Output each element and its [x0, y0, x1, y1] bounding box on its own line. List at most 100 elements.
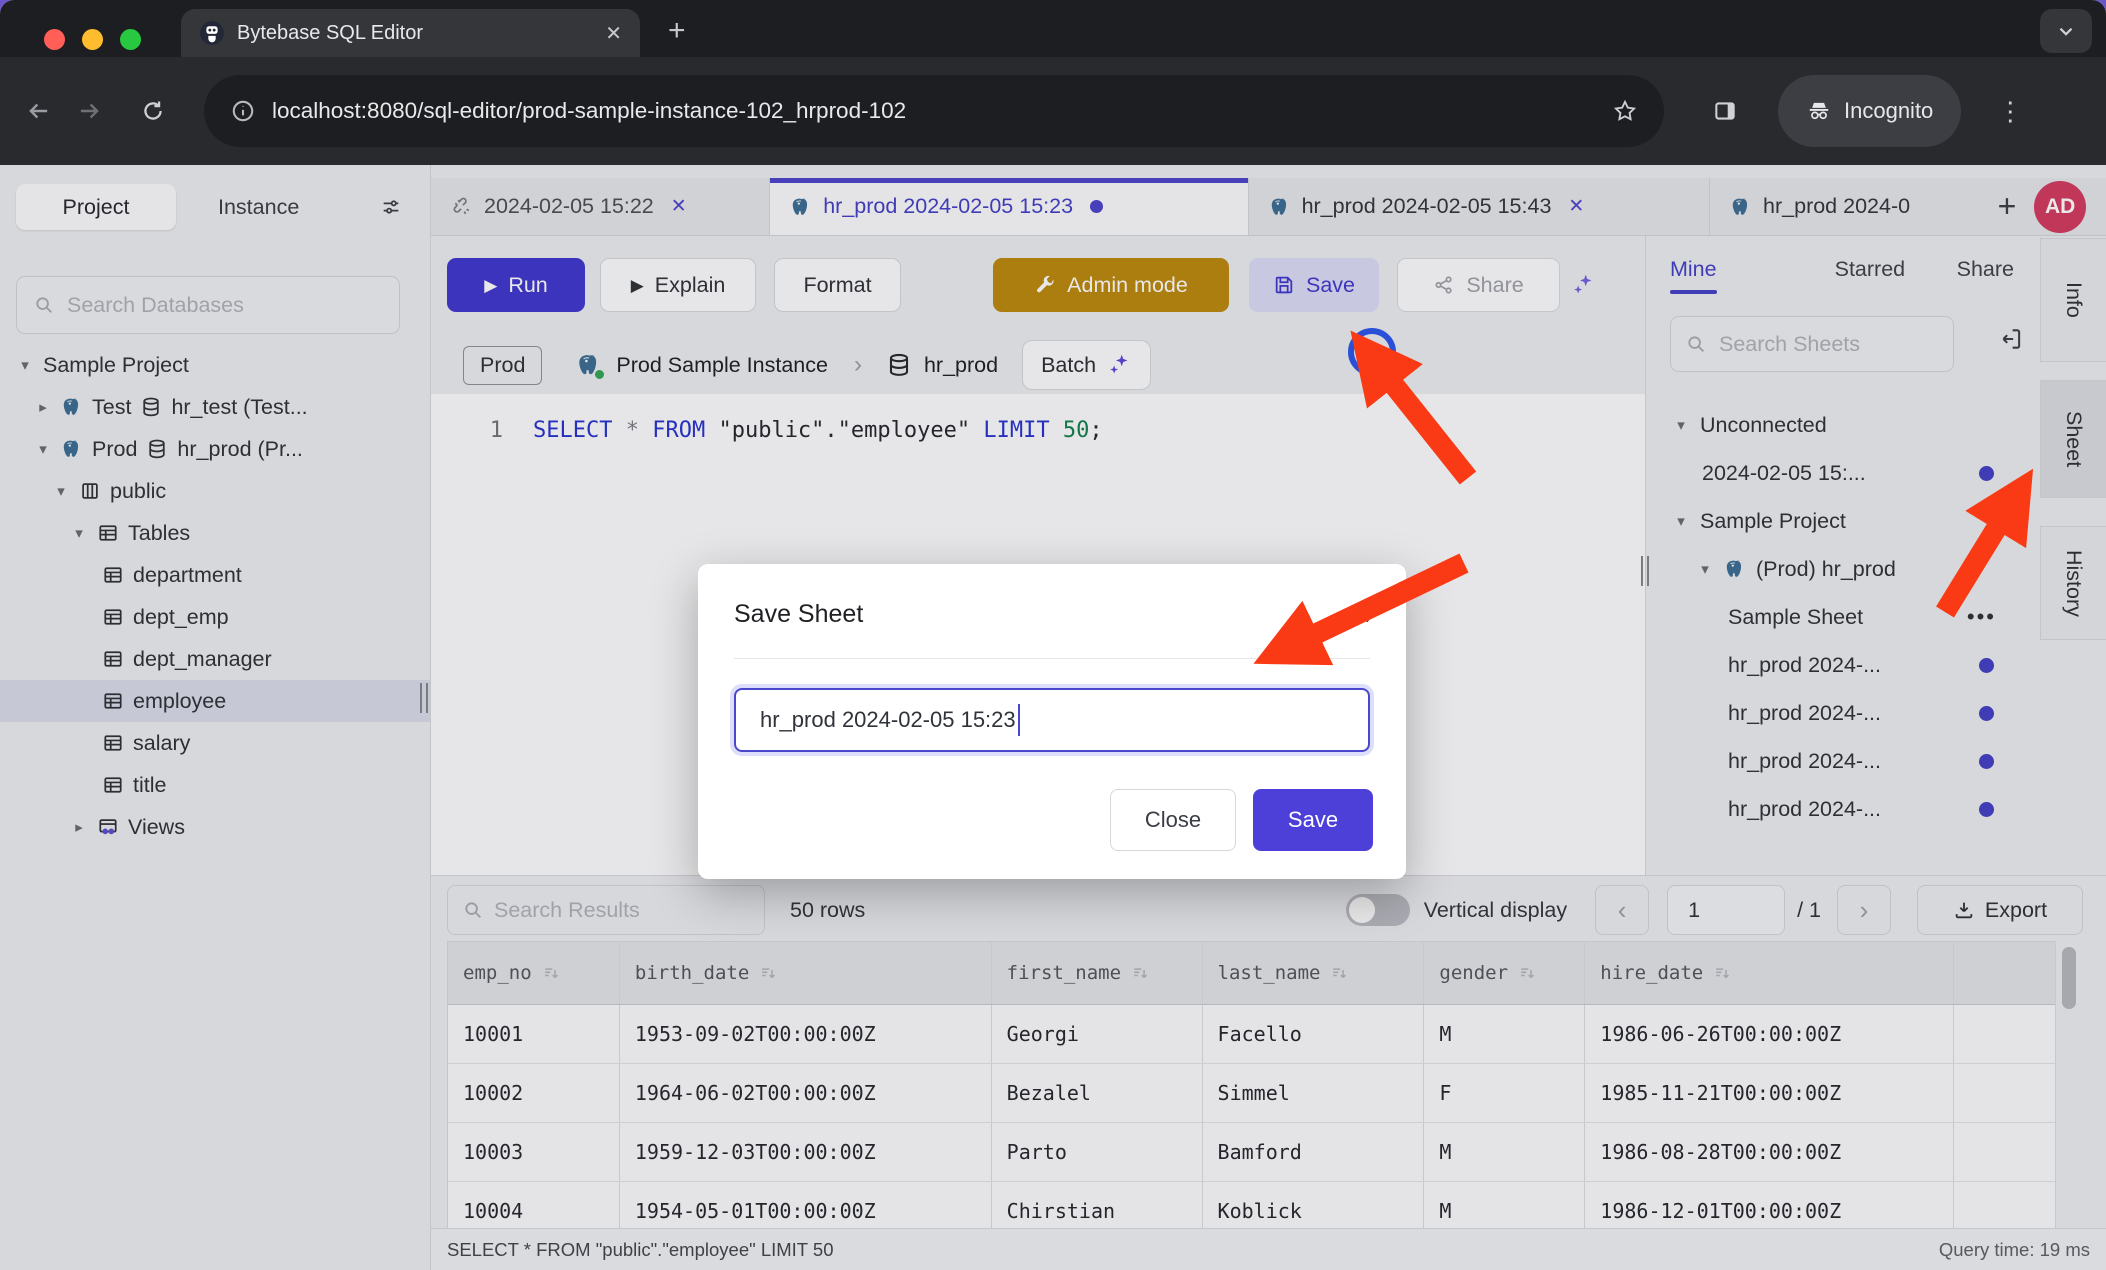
sheet-item[interactable]: 2024-02-05 15:... [1646, 449, 2040, 497]
dialog-close-button[interactable]: Close [1110, 789, 1236, 851]
table-row[interactable]: 10002 1964-06-02T00:00:00Z Bezalel Simme… [448, 1064, 2055, 1123]
close-tab-icon[interactable]: ✕ [1568, 195, 1584, 218]
filter-settings-icon[interactable] [380, 196, 402, 218]
new-tab-button[interactable]: + [668, 14, 686, 48]
column-header[interactable]: last_name [1203, 942, 1425, 1004]
sheet-item[interactable]: hr_prod 2024-... [1646, 641, 2040, 689]
database-search-input[interactable]: Search Databases [16, 276, 400, 334]
browser-tab[interactable]: Bytebase SQL Editor ✕ [181, 9, 640, 57]
tree-item-table-dept-manager[interactable]: dept_manager [0, 638, 430, 680]
sheet-name-input[interactable]: hr_prod 2024-02-05 15:23 [734, 688, 1370, 752]
tree-item-table-dept-emp[interactable]: dept_emp [0, 596, 430, 638]
sort-icon[interactable] [1330, 964, 1349, 983]
chevron-down-icon[interactable]: ▾ [34, 440, 52, 458]
chevron-down-icon[interactable]: ▾ [70, 524, 88, 542]
tree-item-tables[interactable]: ▾ Tables [0, 512, 430, 554]
sidebar-resize-handle[interactable] [420, 683, 428, 713]
sort-icon[interactable] [542, 964, 561, 983]
sheet-tab-truncated[interactable]: hr_prod 2024-0 [1710, 178, 1984, 235]
sort-icon[interactable] [1518, 964, 1537, 983]
sheet-item[interactable]: hr_prod 2024-... [1646, 785, 2040, 833]
sheet-group-unconnected[interactable]: ▾ Unconnected [1646, 401, 2040, 449]
sheet-tab-unsaved[interactable]: 2024-02-05 15:22 ✕ [431, 178, 770, 235]
tab-share[interactable]: Share [1957, 257, 2014, 294]
import-sheet-icon[interactable] [1998, 326, 2024, 352]
table-row[interactable]: 10003 1959-12-03T00:00:00Z Parto Bamford… [448, 1123, 2055, 1182]
chevron-down-icon[interactable]: ▾ [1696, 560, 1714, 578]
new-sheet-button[interactable]: + [1998, 188, 2017, 225]
tree-item-table-title[interactable]: title [0, 764, 430, 806]
format-button[interactable]: Format [774, 258, 901, 312]
user-avatar[interactable]: AD [2034, 181, 2086, 233]
site-info-icon[interactable] [230, 98, 256, 124]
tab-mine[interactable]: Mine [1670, 257, 1717, 294]
scrollbar-thumb[interactable] [2062, 947, 2076, 1009]
tree-item-test-hr-test[interactable]: ▸ Test hr_test (Test... [0, 386, 430, 428]
tab-list-button[interactable] [2040, 9, 2092, 53]
rail-tab-sheet[interactable]: Sheet [2040, 380, 2106, 498]
chevron-right-icon[interactable]: ▸ [34, 398, 52, 416]
column-header[interactable]: gender [1424, 942, 1585, 1004]
save-button[interactable]: Save [1249, 258, 1379, 312]
chevron-down-icon[interactable]: ▾ [52, 482, 70, 500]
reload-icon[interactable] [140, 98, 166, 124]
address-bar[interactable]: localhost:8080/sql-editor/prod-sample-in… [204, 75, 1664, 147]
sort-icon[interactable] [759, 964, 778, 983]
window-close-button[interactable] [44, 29, 65, 50]
panel-resize-handle[interactable] [1641, 556, 1649, 586]
column-header[interactable]: hire_date [1585, 942, 1954, 1004]
chevron-right-icon[interactable]: ▸ [70, 818, 88, 836]
database-crumb[interactable]: hr_prod [886, 352, 998, 378]
tree-item-table-employee[interactable]: employee [0, 680, 430, 722]
sheet-item-sample-sheet[interactable]: Sample Sheet ••• [1646, 593, 2040, 641]
run-button[interactable]: ▶ Run [447, 258, 585, 312]
tree-item-prod-hr-prod[interactable]: ▾ Prod hr_prod (Pr... [0, 428, 430, 470]
close-tab-icon[interactable]: ✕ [671, 195, 687, 218]
tab-instance[interactable]: Instance [218, 195, 299, 220]
column-header[interactable]: birth_date [620, 942, 992, 1004]
sheet-group-prod-hr-prod[interactable]: ▾ (Prod) hr_prod [1646, 545, 2040, 593]
sheet-item[interactable]: hr_prod 2024-... [1646, 737, 2040, 785]
column-header[interactable]: emp_no [448, 942, 620, 1004]
dialog-save-button[interactable]: Save [1253, 789, 1373, 851]
chevron-down-icon[interactable]: ▾ [1672, 416, 1690, 434]
admin-mode-button[interactable]: Admin mode [993, 258, 1229, 312]
sheet-tab-1543[interactable]: hr_prod 2024-02-05 15:43 ✕ [1249, 178, 1710, 235]
batch-button[interactable]: Batch [1022, 340, 1151, 390]
window-zoom-button[interactable] [120, 29, 141, 50]
tree-item-table-salary[interactable]: salary [0, 722, 430, 764]
chevron-down-icon[interactable]: ▾ [16, 356, 34, 374]
more-actions-icon[interactable]: ••• [1967, 604, 1996, 630]
tab-close-icon[interactable]: ✕ [605, 21, 622, 46]
sheet-item[interactable]: hr_prod 2024-... [1646, 689, 2040, 737]
explain-button[interactable]: ▶ Explain [600, 258, 756, 312]
tree-item-schema-public[interactable]: ▾ public [0, 470, 430, 512]
sheet-group-sample-project[interactable]: ▾ Sample Project [1646, 497, 2040, 545]
table-row[interactable]: 10001 1953-09-02T00:00:00Z Georgi Facell… [448, 1005, 2055, 1064]
tree-item-table-department[interactable]: department [0, 554, 430, 596]
table-scrollbar[interactable] [2055, 941, 2082, 1229]
next-page-button[interactable]: › [1837, 885, 1891, 935]
tree-item-views[interactable]: ▸ Views [0, 806, 430, 848]
window-minimize-button[interactable] [82, 29, 103, 50]
table-row[interactable]: 10004 1954-05-01T00:00:00Z Chirstian Kob… [448, 1182, 2055, 1229]
vertical-display-toggle[interactable] [1346, 894, 1410, 926]
page-number-input[interactable]: 1 [1667, 885, 1785, 935]
column-header[interactable]: first_name [992, 942, 1203, 1004]
browser-menu-icon[interactable]: ⋮ [1997, 96, 2023, 127]
prev-page-button[interactable]: ‹ [1595, 885, 1649, 935]
back-icon[interactable] [26, 98, 52, 124]
tab-project[interactable]: Project [16, 184, 176, 230]
sheet-search-input[interactable]: Search Sheets [1670, 316, 1954, 372]
side-panel-icon[interactable] [1712, 98, 1738, 124]
tab-starred[interactable]: Starred [1835, 257, 1906, 294]
share-button[interactable]: Share [1397, 258, 1560, 312]
sort-icon[interactable] [1713, 964, 1732, 983]
tree-item-sample-project[interactable]: ▾ Sample Project [0, 344, 430, 386]
export-button[interactable]: Export [1917, 885, 2083, 935]
sheet-tab-active[interactable]: hr_prod 2024-02-05 15:23 [770, 178, 1248, 235]
forward-icon[interactable] [76, 98, 102, 124]
dialog-close-icon[interactable]: ✕ [1352, 602, 1372, 631]
chevron-down-icon[interactable]: ▾ [1672, 512, 1690, 530]
bookmark-star-icon[interactable] [1612, 98, 1638, 124]
